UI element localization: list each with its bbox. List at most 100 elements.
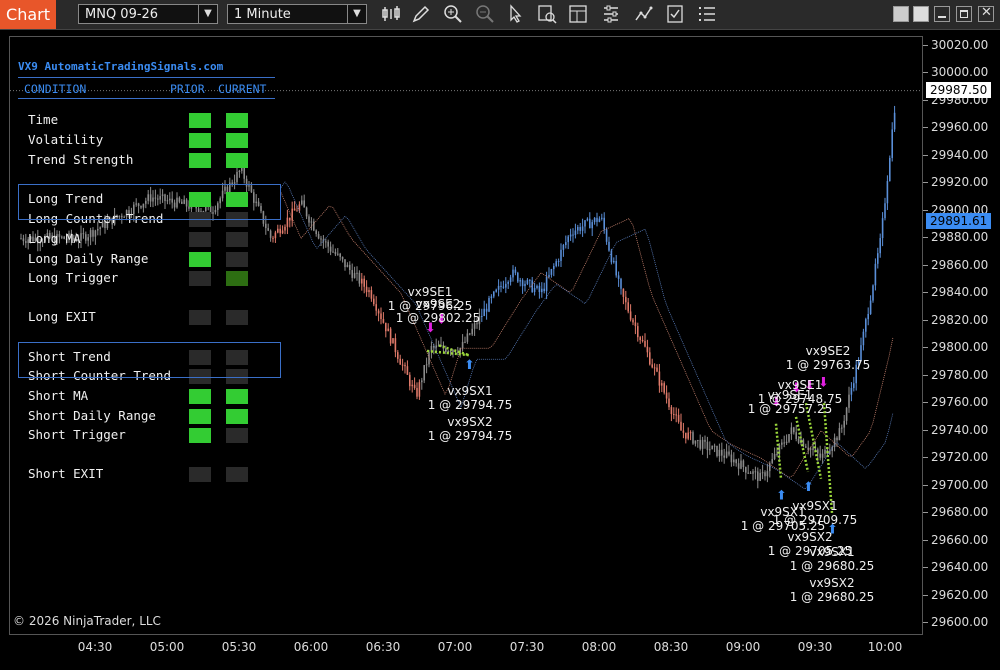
condition-label: Time xyxy=(28,112,59,127)
candle-body xyxy=(841,427,843,429)
draw-pencil-icon[interactable] xyxy=(410,3,432,25)
candle-body xyxy=(243,166,245,179)
candle-body xyxy=(461,341,464,349)
trade-annotation-line: vx9SX2 xyxy=(787,530,833,544)
candle-body xyxy=(361,278,363,284)
candle-body xyxy=(413,384,416,388)
candle-body xyxy=(627,302,629,312)
trade-annotation: vx9SE1 1 @ 29757.25 xyxy=(745,388,835,416)
candle-body xyxy=(512,269,514,278)
candle-body xyxy=(382,319,385,323)
chevron-down-icon[interactable]: ▼ xyxy=(198,5,217,23)
candle-body xyxy=(644,341,646,347)
header-prior: PRIOR xyxy=(170,82,205,96)
prior-status-cell xyxy=(189,428,211,443)
copyright-text: © 2026 NinjaTrader, LLC xyxy=(13,614,161,628)
candle-body xyxy=(495,289,497,292)
current-status-cell xyxy=(226,389,248,404)
candle-body xyxy=(526,279,529,284)
price-tick-label: 29780.00 xyxy=(931,367,989,382)
candle-body xyxy=(320,238,322,240)
list-icon[interactable] xyxy=(696,3,718,25)
candle-body xyxy=(668,398,670,408)
candle-body xyxy=(819,453,821,458)
data-box-icon[interactable] xyxy=(536,3,558,25)
current-status-cell xyxy=(226,428,248,443)
candle-body xyxy=(483,308,485,317)
candle-body xyxy=(879,238,881,254)
candle-body xyxy=(337,253,339,255)
candle-body xyxy=(517,272,519,282)
close-icon[interactable]: ✕ xyxy=(978,5,994,22)
candle-body xyxy=(824,449,826,454)
candle-body xyxy=(298,204,301,211)
pointer-icon[interactable] xyxy=(505,3,527,25)
properties-icon[interactable] xyxy=(600,3,622,25)
candle-body xyxy=(709,449,711,451)
candle-body xyxy=(757,471,759,481)
price-tick-mark xyxy=(923,512,928,514)
candle-body xyxy=(279,228,281,234)
candle-body xyxy=(749,472,752,474)
prior-status-cell xyxy=(189,467,211,482)
candle-body xyxy=(560,249,562,261)
candle-body xyxy=(529,279,531,281)
chart-tab[interactable]: Chart xyxy=(0,0,56,29)
candle-body xyxy=(742,460,745,468)
condition-label: Short Daily Range xyxy=(28,408,156,423)
candle-body xyxy=(653,367,656,369)
strategies-icon[interactable] xyxy=(664,3,686,25)
candle-body xyxy=(639,337,641,340)
candle-body xyxy=(289,217,291,221)
templates-icon[interactable] xyxy=(567,3,589,25)
maximize-icon[interactable] xyxy=(956,6,972,22)
candle-body xyxy=(493,291,495,297)
candle-body xyxy=(286,217,289,227)
time-tick-label: 04:30 xyxy=(77,640,113,654)
minimize-icon[interactable] xyxy=(934,6,950,22)
zoom-out-icon[interactable] xyxy=(474,3,496,25)
candle-body xyxy=(428,351,430,365)
time-axis[interactable]: 04:30 05:00 05:30 06:00 06:30 07:00 07:30 08:00… xyxy=(9,636,923,666)
prior-status-cell xyxy=(189,153,211,168)
candle-body xyxy=(730,454,733,463)
indicators-icon[interactable] xyxy=(633,3,655,25)
candle-body xyxy=(596,217,598,222)
candle-body xyxy=(334,251,337,255)
candle-body xyxy=(697,440,699,442)
price-axis[interactable]: 30020.00 30000.00 29980.00 29960.00 29940.00… xyxy=(923,36,1000,635)
candle-body xyxy=(759,472,761,481)
candle-body xyxy=(620,278,622,289)
price-tick-label: 29960.00 xyxy=(931,120,989,135)
candle-body xyxy=(867,313,869,320)
price-tick-label: 29680.00 xyxy=(931,505,989,520)
candle-body xyxy=(869,300,872,314)
price-tick-mark xyxy=(923,72,928,74)
time-tick-label: 07:00 xyxy=(437,640,473,654)
candle-body xyxy=(740,460,742,469)
time-tick-label: 07:30 xyxy=(509,640,545,654)
candle-body xyxy=(389,328,392,344)
bar-type-icon[interactable] xyxy=(380,3,402,25)
last-price-marker: 29987.50 xyxy=(926,82,992,98)
header-condition: CONDITION xyxy=(24,82,87,96)
minimize-button[interactable] xyxy=(913,6,929,22)
window-gray-button[interactable] xyxy=(893,6,909,22)
price-tick-label: 30020.00 xyxy=(931,38,989,52)
interval-selector[interactable]: 1 Minute ▼ xyxy=(227,4,367,24)
candle-body xyxy=(238,170,241,172)
candle-body xyxy=(293,208,296,211)
candle-body xyxy=(327,241,329,247)
instrument-selector[interactable]: MNQ 09-26 ▼ xyxy=(78,4,218,24)
chevron-down-icon[interactable]: ▼ xyxy=(347,5,366,23)
candle-body xyxy=(764,472,766,477)
candle-body xyxy=(533,288,536,292)
candle-body xyxy=(838,428,841,441)
candle-body xyxy=(637,326,639,338)
trade-annotation-line: vx9SX2 xyxy=(809,576,855,590)
candle-body xyxy=(747,472,749,474)
prior-status-cell xyxy=(189,409,211,424)
zoom-in-icon[interactable] xyxy=(442,3,464,25)
price-tick-mark xyxy=(923,374,928,376)
candle-body xyxy=(339,253,341,257)
